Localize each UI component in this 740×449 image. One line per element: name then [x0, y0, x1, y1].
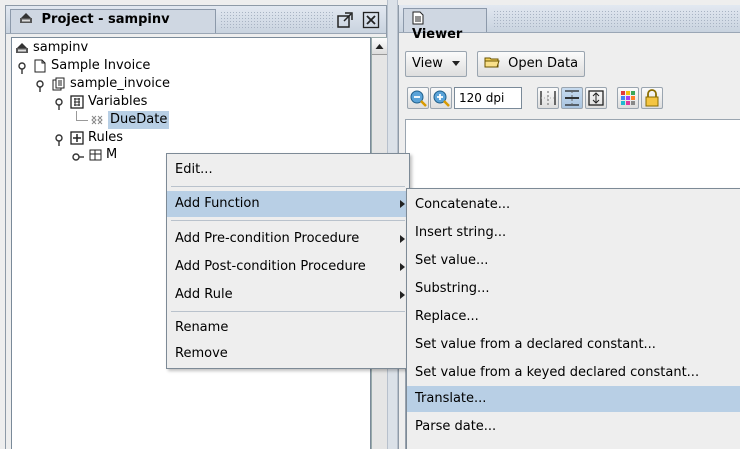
tree-connector: [76, 120, 88, 121]
submenu-arrow-icon: [400, 291, 405, 299]
submenu-arrow-icon: [400, 263, 405, 271]
menu-item-add-function[interactable]: Add Function: [167, 191, 409, 217]
titlebar-grip: [220, 11, 334, 29]
menu-item-add-rule[interactable]: Add Rule: [167, 282, 409, 308]
submenu-item-label: Replace...: [415, 309, 479, 324]
row-guides-icon[interactable]: [561, 87, 583, 109]
expand-handle-icon[interactable]: [53, 134, 65, 146]
menu-item-label: Edit...: [175, 162, 213, 177]
submenu-item-label: Parse date...: [415, 419, 497, 434]
dropdown-arrow-icon: [452, 61, 460, 66]
submenu-arrow-icon: [400, 200, 405, 208]
viewer-panel-titlebar: Viewer: [399, 5, 740, 42]
submenu-item-replace[interactable]: Replace...: [407, 304, 740, 330]
project-icon: [15, 41, 29, 55]
submenu-item-insert-string[interactable]: Insert string...: [407, 220, 740, 246]
open-data-label: Open Data: [508, 56, 579, 71]
menu-item-label: Add Function: [175, 196, 260, 211]
zoom-level-value: 120 dpi: [459, 91, 505, 105]
fit-page-icon[interactable]: [585, 87, 607, 109]
viewer-panel-icon: [412, 11, 424, 25]
expand-handle-icon[interactable]: [16, 62, 28, 74]
submenu-arrow-icon: [400, 235, 405, 243]
view-button-label: View: [412, 56, 443, 71]
tree-label-duedate: DueDate: [108, 111, 170, 129]
submenu-item-set-keyed-declared-constant[interactable]: Set value from a keyed declared constant…: [407, 360, 740, 386]
project-tab[interactable]: Project - sampinv: [10, 9, 216, 33]
menu-item-add-postcondition[interactable]: Add Post-condition Procedure: [167, 254, 409, 280]
menu-separator: [171, 311, 405, 312]
tree-label-rule-item: M: [106, 147, 118, 162]
submenu-item-label: Substring...: [415, 281, 490, 296]
submenu-item-label: Set value...: [415, 253, 489, 268]
context-menu: Edit... Add Function Add Pre-condition P…: [166, 153, 410, 369]
submenu-item-set-declared-constant[interactable]: Set value from a declared constant...: [407, 332, 740, 358]
close-icon[interactable]: [362, 11, 380, 29]
tree-label-variables: Variables: [88, 94, 148, 109]
submenu-item-substring[interactable]: Substring...: [407, 276, 740, 302]
menu-separator: [171, 186, 405, 187]
tree-label-schema: sample_invoice: [70, 76, 171, 91]
submenu-item-label: Set value from a keyed declared constant…: [415, 365, 700, 380]
menu-item-label: Rename: [175, 320, 229, 335]
submenu-item-label: Concatenate...: [415, 197, 511, 212]
menu-item-add-precondition[interactable]: Add Pre-condition Procedure: [167, 226, 409, 252]
schema-icon: [52, 77, 66, 91]
menu-item-remove[interactable]: Remove: [167, 341, 409, 367]
scroll-up-arrow-icon[interactable]: [372, 38, 387, 55]
menu-item-label: Remove: [175, 346, 228, 361]
maximize-icon[interactable]: [336, 11, 354, 29]
submenu-item-concatenate[interactable]: Concatenate...: [407, 192, 740, 218]
lock-icon[interactable]: [641, 87, 663, 109]
variables-icon: [70, 95, 84, 109]
project-panel-icon: [19, 12, 33, 24]
menu-item-label: Add Pre-condition Procedure: [175, 231, 360, 246]
submenu-item-translate[interactable]: Translate...: [407, 386, 740, 412]
submenu-item-set-value[interactable]: Set value...: [407, 248, 740, 274]
menu-item-label: Add Rule: [175, 287, 233, 302]
expand-handle-icon[interactable]: [34, 80, 46, 92]
open-data-button[interactable]: Open Data: [477, 51, 586, 77]
rule-icon: [88, 148, 102, 162]
collapsed-handle-icon[interactable]: [72, 151, 84, 163]
viewer-panel-title: Viewer: [412, 27, 463, 42]
variable-icon: [90, 113, 104, 127]
titlebar-grip: [493, 10, 740, 28]
menu-item-rename[interactable]: Rename: [167, 315, 409, 341]
zoom-out-icon[interactable]: [407, 87, 429, 109]
submenu-item-label: Set value from a declared constant...: [415, 337, 656, 352]
tree-label-root: sampinv: [33, 40, 89, 55]
document-icon: [33, 59, 47, 73]
project-panel-title: Project - sampinv: [41, 12, 170, 27]
submenu-item-parse-date[interactable]: Parse date...: [407, 414, 740, 440]
menu-item-label: Add Post-condition Procedure: [175, 259, 366, 274]
menu-item-edit[interactable]: Edit...: [167, 157, 409, 183]
expand-handle-icon[interactable]: [53, 98, 65, 110]
open-folder-icon: [484, 53, 500, 68]
submenu-item-label: Translate...: [415, 391, 487, 406]
tree-label-rules: Rules: [88, 130, 124, 145]
tree-label-document: Sample Invoice: [51, 58, 151, 73]
viewer-tab[interactable]: Viewer: [403, 8, 487, 42]
menu-separator: [171, 220, 405, 221]
function-submenu: Concatenate... Insert string... Set valu…: [406, 188, 740, 449]
rules-icon: [70, 131, 84, 145]
column-guides-icon[interactable]: [537, 87, 559, 109]
project-panel-titlebar: Project - sampinv: [6, 6, 386, 34]
view-dropdown-button[interactable]: View: [405, 51, 467, 77]
color-palette-icon[interactable]: [617, 87, 639, 109]
submenu-item-label: Insert string...: [415, 225, 507, 240]
zoom-level-field[interactable]: 120 dpi: [454, 87, 522, 109]
zoom-in-icon[interactable]: [430, 87, 452, 109]
